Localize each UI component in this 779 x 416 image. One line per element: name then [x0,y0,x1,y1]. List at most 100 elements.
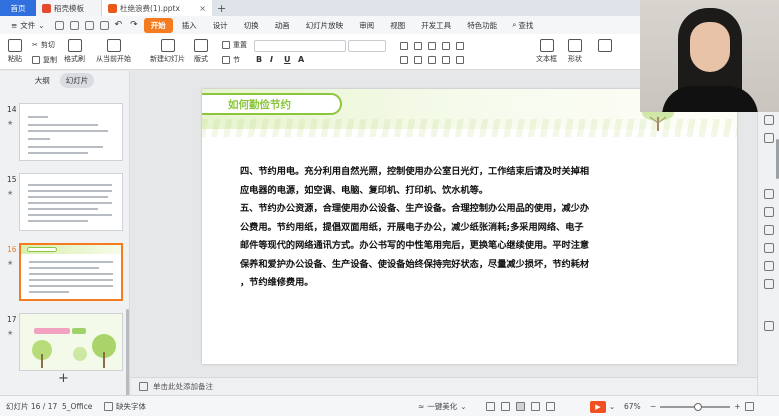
layout-button[interactable]: 版式 [194,39,208,64]
copy-icon [32,56,40,64]
menu-animations[interactable]: 动画 [268,18,297,33]
slide-sorter-icon[interactable] [531,402,540,411]
slide-thumbnail-17[interactable] [19,313,123,371]
zoom-level[interactable]: 67% [624,396,641,416]
new-slide-button[interactable]: 新建幻灯片 [150,39,185,64]
current-slide[interactable]: 如何勤俭节约 四、节约用电。充分利用自然光照，控制使用办公室日光灯，工作结束后请… [202,89,737,364]
chevron-down-icon: ⌄ [460,402,467,411]
underline-button[interactable]: U [284,55,291,64]
bullet-list-icon[interactable] [400,42,408,50]
slide-body-text[interactable]: 四、节约用电。充分利用自然光照，控制使用办公室日光灯，工作结束后请及时关掉相 应… [240,163,640,293]
slideshow-button[interactable]: ▶ ⌄ [590,396,615,416]
line-spacing-icon[interactable] [456,42,464,50]
font-size-dropdown[interactable] [348,40,386,52]
tab-home[interactable]: 首页 [0,0,36,16]
align-left-icon[interactable] [400,56,408,64]
menu-slideshow[interactable]: 幻灯片放映 [299,18,351,33]
format-painter-button[interactable]: 格式刷 [64,39,85,64]
font-color-button[interactable]: A [298,55,304,64]
align-right-icon[interactable] [428,56,436,64]
tab-current-document[interactable]: 杜绝浪费(1).pptx × [102,0,212,16]
play-from-current-button[interactable]: 从当前开始 [96,39,131,64]
reset-button[interactable]: 重置 [222,40,247,50]
menu-developer[interactable]: 开发工具 [414,18,458,33]
adjust-icon[interactable] [764,261,774,271]
cut-button[interactable]: ✂ 剪切 [32,40,55,50]
zoom-slider[interactable] [660,402,731,411]
file-menu[interactable]: ≡ 文件 ⌄ [4,18,51,33]
indent-icon[interactable] [428,42,436,50]
thumbnail-scrollbar[interactable] [126,309,129,399]
shape-style-icon[interactable] [764,207,774,217]
copy-button[interactable]: 复制 [32,55,57,65]
star-icon[interactable] [764,189,774,199]
reading-view-icon[interactable] [546,402,555,411]
notes-view-icon[interactable] [501,402,510,411]
fit-window-icon[interactable] [744,402,754,411]
notes-bar[interactable]: 单击此处添加备注 [131,377,757,395]
number-list-icon[interactable] [414,42,422,50]
webcam-overlay [640,0,779,112]
cloud-icon[interactable] [764,243,774,253]
search-button[interactable]: ⌕ 查找 [506,20,533,31]
section-button[interactable]: 节 [222,55,240,65]
comment-icon[interactable] [486,402,495,411]
slide-title[interactable]: 如何勤俭节约 [228,97,291,112]
zoom-in-button[interactable]: + [734,402,740,411]
menu-features[interactable]: 特色功能 [460,18,504,33]
beautify-button[interactable]: ≈ 一键美化 ⌄ [418,396,467,416]
bold-button[interactable]: B [256,55,262,64]
menu-home[interactable]: 开始 [143,17,173,33]
tab-docer-templates[interactable]: 稻壳模板 [36,0,102,16]
slide-thumbnail-16[interactable] [19,243,123,301]
panel-tabs: 大纲 幻灯片 [0,71,129,89]
font-name-dropdown[interactable] [254,40,346,52]
normal-view-icon[interactable] [516,402,525,411]
save-icon[interactable] [54,20,64,30]
print-preview-icon[interactable] [99,20,109,30]
copy-style-icon[interactable] [764,133,774,143]
distribute-icon[interactable] [456,56,464,64]
outdent-icon[interactable] [442,42,450,50]
arrange-button[interactable] [598,39,612,54]
menu-insert[interactable]: 插入 [175,18,204,33]
settings-icon[interactable] [764,115,774,125]
add-slide-button[interactable]: + [58,371,69,386]
theme-name[interactable]: 5_Office [62,396,92,416]
menu-design[interactable]: 设计 [206,18,235,33]
slide-thumbnail-15[interactable] [19,173,123,231]
align-center-icon[interactable] [414,56,422,64]
right-side-toolbar [757,71,779,395]
textbox-button[interactable]: 文本框 [536,39,557,64]
body-line: ，节约维修费用。 [240,277,314,288]
animation-star-icon: ★ [7,119,14,127]
tab-slides[interactable]: 幻灯片 [59,72,95,88]
slide-number: 15 [7,175,17,184]
font-warning-icon [104,402,113,411]
tab-outline[interactable]: 大纲 [35,75,50,86]
properties-icon[interactable] [764,225,774,235]
undo-icon[interactable]: ↶ [115,20,123,30]
pen-icon[interactable] [764,279,774,289]
menu-transitions[interactable]: 切换 [237,18,266,33]
justify-icon[interactable] [442,56,450,64]
animation-star-icon: ★ [7,329,14,337]
more-icon[interactable] [764,321,774,331]
layout-icon [194,39,208,52]
new-tab-button[interactable]: + [212,0,231,16]
shape-button[interactable]: 形状 [568,39,582,64]
slide-thumbnail-14[interactable] [19,103,123,161]
chevron-down-icon: ⌄ [38,20,45,30]
missing-font-button[interactable]: 缺失字体 [104,396,146,416]
zoom-out-button[interactable]: − [650,402,656,411]
open-icon[interactable] [69,20,79,30]
italic-button[interactable]: I [270,55,273,64]
close-tab-icon[interactable]: × [199,4,206,13]
menu-review[interactable]: 审阅 [352,18,381,33]
print-icon[interactable] [84,20,94,30]
redo-icon[interactable]: ↷ [130,20,138,30]
paste-button[interactable]: 粘贴 [8,39,22,64]
slide-number: 16 [7,245,17,254]
zoom-slider-knob[interactable] [694,402,703,411]
menu-view[interactable]: 视图 [383,18,412,33]
